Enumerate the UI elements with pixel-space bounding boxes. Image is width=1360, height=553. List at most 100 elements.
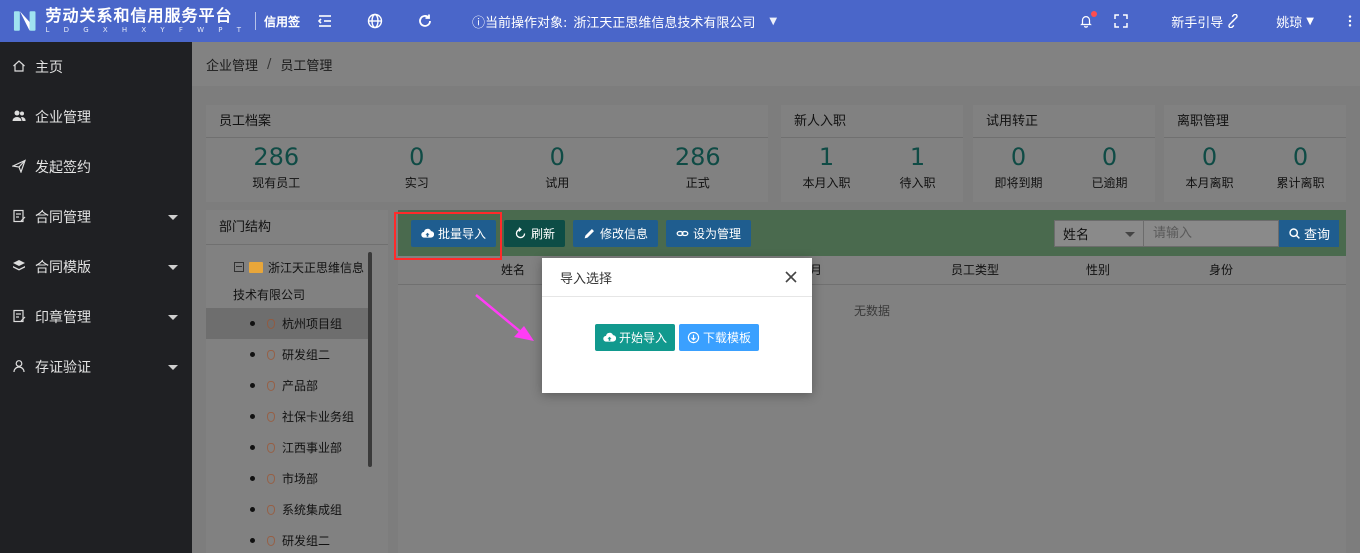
cloud-upload-icon bbox=[421, 228, 434, 238]
tree-item-label: 产品部 bbox=[282, 379, 319, 393]
tree-item[interactable]: 杭州项目组 bbox=[206, 308, 371, 339]
stat-label: 即将到期 bbox=[994, 176, 1043, 190]
sidebar-item-label: 企业管理 bbox=[35, 110, 91, 126]
batch-import-button[interactable]: 批量导入 bbox=[411, 219, 497, 247]
stat-probation[interactable]: 0 试用 bbox=[487, 138, 628, 202]
search-input[interactable] bbox=[1143, 219, 1279, 247]
set-manager-button[interactable]: 设为管理 bbox=[666, 219, 752, 247]
tree-root-label: 浙江天正思维信息 bbox=[268, 260, 365, 275]
reload-button[interactable] bbox=[400, 0, 450, 42]
department-title: 部门结构 bbox=[206, 210, 388, 245]
sidebar-item-seal[interactable]: 印章管理 bbox=[0, 292, 192, 342]
collapse-menu-button[interactable] bbox=[300, 0, 350, 42]
tree-item-label: 江西事业部 bbox=[282, 441, 343, 455]
collapse-toggle-icon[interactable] bbox=[234, 262, 244, 272]
import-select-dialog: 导入选择 开始导入 下载模板 bbox=[542, 258, 812, 393]
column-header[interactable]: 性别 bbox=[1086, 256, 1110, 285]
annotation-arrow-icon bbox=[475, 294, 534, 341]
guide-label: 新手引导 bbox=[1171, 15, 1224, 31]
tree-item[interactable]: 研发组二 bbox=[206, 525, 388, 553]
more-vertical-icon bbox=[1348, 15, 1352, 27]
bullet-icon bbox=[250, 538, 255, 543]
stat-current-employees[interactable]: 286 现有员工 bbox=[206, 138, 347, 202]
seal-icon bbox=[13, 309, 26, 323]
contract-icon bbox=[13, 209, 26, 223]
guide-link[interactable]: 新手引导 bbox=[1171, 12, 1240, 31]
stat-label: 累计离职 bbox=[1276, 176, 1325, 190]
sidebar-item-sign[interactable]: 发起签约 bbox=[0, 142, 192, 192]
stat-month-onboard[interactable]: 1 本月入职 bbox=[781, 138, 872, 202]
stat-pending-onboard[interactable]: 1 待入职 bbox=[872, 138, 963, 202]
stat-formal[interactable]: 286 正式 bbox=[628, 138, 769, 202]
sidebar-item-label: 合同管理 bbox=[35, 210, 91, 226]
sidebar-item-label: 印章管理 bbox=[35, 310, 91, 326]
refresh-icon bbox=[515, 226, 526, 238]
stat-label: 试用 bbox=[545, 176, 570, 190]
stat-label: 已逾期 bbox=[1091, 176, 1128, 190]
download-template-button[interactable]: 下载模板 bbox=[679, 324, 760, 351]
query-button[interactable]: 查询 bbox=[1278, 219, 1339, 247]
tree-item[interactable]: 产品部 bbox=[206, 370, 388, 401]
tree-item[interactable]: 研发组二 bbox=[206, 339, 388, 370]
employee-table-panel: 批量导入 刷新 修改信息 设为管理 姓名 请输入 查询 姓名 月 员工类型 性别… bbox=[394, 210, 1346, 553]
caret-down-icon bbox=[168, 214, 178, 220]
sidebar-item-template[interactable]: 合同模版 bbox=[0, 242, 192, 292]
stat-expiring[interactable]: 0 即将到期 bbox=[973, 138, 1064, 202]
language-button[interactable] bbox=[350, 0, 400, 42]
dialog-close-button[interactable] bbox=[784, 270, 798, 284]
stat-total-leave[interactable]: 0 累计离职 bbox=[1255, 138, 1346, 202]
stat-value: 0 bbox=[1292, 143, 1309, 171]
refresh-icon bbox=[419, 14, 431, 27]
tree-root-label-cont: 技术有限公司 bbox=[233, 288, 306, 302]
tree-item[interactable]: 社保卡业务组 bbox=[206, 401, 388, 432]
stat-intern[interactable]: 0 实习 bbox=[347, 138, 488, 202]
sidebar-item-home[interactable]: 主页 bbox=[0, 42, 192, 92]
column-header[interactable]: 身份 bbox=[1209, 256, 1233, 285]
link-icon bbox=[676, 230, 689, 236]
tree-item[interactable]: 市场部 bbox=[206, 463, 388, 494]
notification-button[interactable] bbox=[1071, 11, 1101, 28]
refresh-button[interactable]: 刷新 bbox=[504, 219, 566, 247]
edit-info-label: 修改信息 bbox=[600, 226, 649, 241]
sidebar-item-verify[interactable]: 存证验证 bbox=[0, 342, 192, 392]
start-import-button[interactable]: 开始导入 bbox=[594, 324, 675, 351]
stat-value: 286 bbox=[253, 143, 300, 171]
sidebar-item-contract[interactable]: 合同管理 bbox=[0, 192, 192, 242]
tree-item[interactable]: 系统集成组 bbox=[206, 494, 388, 525]
card-title: 员工档案 bbox=[206, 105, 768, 138]
card-title: 新人入职 bbox=[781, 105, 963, 138]
stat-month-leave[interactable]: 0 本月离职 bbox=[1164, 138, 1255, 202]
leaf-icon bbox=[267, 535, 275, 546]
table-toolbar: 批量导入 刷新 修改信息 设为管理 姓名 请输入 查询 bbox=[394, 210, 1346, 260]
card-leave-management: 离职管理 0 本月离职 0 累计离职 bbox=[1164, 105, 1346, 202]
current-target-selector[interactable]: ⓘ当前操作对象: 浙江天正思维信息技术有限公司 ▼ bbox=[472, 12, 777, 31]
sidebar-item-enterprise[interactable]: 企业管理 bbox=[0, 92, 192, 142]
bullet-icon bbox=[250, 352, 255, 357]
fullscreen-button[interactable] bbox=[1101, 0, 1141, 42]
close-icon bbox=[785, 271, 797, 283]
app-logo: 劳动关系和信用服务平台 L D G X H X Y F W P T 信用签 bbox=[0, 8, 300, 34]
chevron-down-icon: ▼ bbox=[1306, 15, 1314, 27]
chevron-down-icon: ▼ bbox=[769, 15, 778, 27]
query-label: 查询 bbox=[1303, 227, 1330, 243]
column-header[interactable]: 员工类型 bbox=[951, 256, 999, 285]
more-menu-button[interactable] bbox=[1340, 14, 1360, 28]
search-field-select[interactable]: 姓名 bbox=[1053, 219, 1144, 247]
stat-overdue[interactable]: 0 已逾期 bbox=[1064, 138, 1155, 202]
empty-state-text: 无数据 bbox=[853, 304, 890, 318]
column-header[interactable]: 姓名 bbox=[501, 256, 525, 285]
breadcrumb-parent[interactable]: 企业管理 bbox=[206, 55, 258, 74]
tree-item[interactable]: 江西事业部 bbox=[206, 432, 388, 463]
set-manager-label: 设为管理 bbox=[693, 226, 742, 241]
tree-item-label: 市场部 bbox=[282, 472, 319, 486]
card-title: 试用转正 bbox=[973, 105, 1155, 138]
tree-root-node[interactable]: 浙江天正思维信息 bbox=[206, 252, 388, 282]
refresh-label: 刷新 bbox=[531, 226, 556, 241]
cloud-upload-icon bbox=[603, 332, 616, 342]
user-menu[interactable]: 姚琼 ▼ bbox=[1276, 12, 1314, 31]
bullet-icon bbox=[250, 414, 255, 419]
card-onboarding: 新人入职 1 本月入职 1 待入职 bbox=[781, 105, 963, 202]
edit-info-button[interactable]: 修改信息 bbox=[573, 219, 659, 247]
current-target-value: 浙江天正思维信息技术有限公司 bbox=[573, 15, 756, 31]
tree-scrollbar[interactable] bbox=[368, 252, 372, 467]
